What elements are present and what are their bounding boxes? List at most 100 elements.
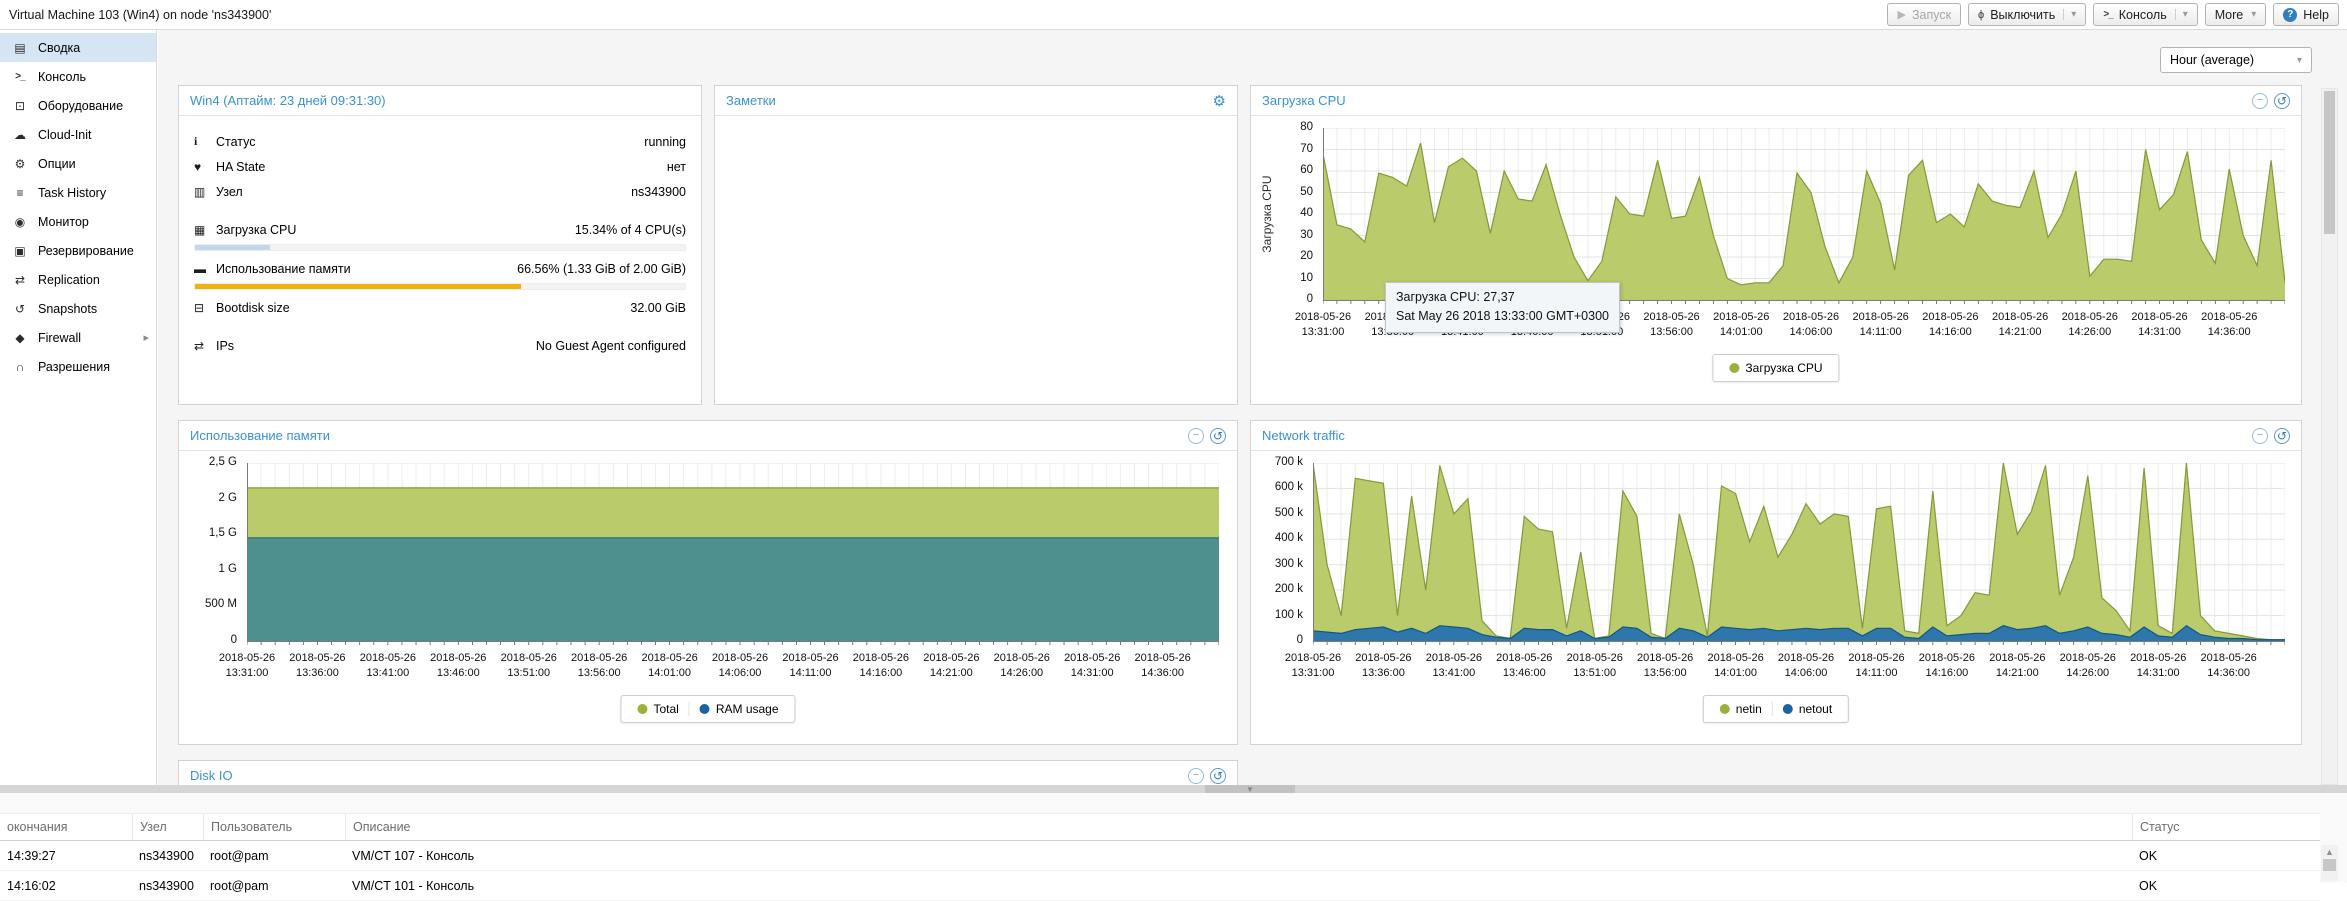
task-cell: ns343900 <box>132 841 203 870</box>
undo-zoom-icon[interactable]: ↺ <box>2274 428 2290 444</box>
chevron-down-icon: ▾ <box>2297 55 2302 66</box>
x-axis-tick-label: 2018-05-26 14:11:00 <box>782 651 838 682</box>
x-axis-tick-label: 2018-05-26 14:26:00 <box>994 651 1050 682</box>
time-range-select[interactable]: Hour (average) ▾ <box>2160 47 2312 73</box>
legend-dot-icon <box>700 704 710 714</box>
sidebar-item-консоль[interactable]: >_Консоль <box>0 62 156 91</box>
sidebar-item-replication[interactable]: ⇄Replication <box>0 265 156 294</box>
status-row-label: Использование памяти <box>216 262 351 276</box>
status-row-value: 32.00 GiB <box>630 301 686 315</box>
spacer <box>194 320 686 333</box>
gear-icon: ⚙ <box>12 157 28 171</box>
console-caret-icon[interactable]: ▾ <box>2175 9 2188 20</box>
sidebar-item-разрешения[interactable]: ∩Разрешения <box>0 352 156 381</box>
task-cell: VM/CT 101 - Консоль <box>345 871 2132 900</box>
x-axis-tick-label: 2018-05-26 14:31:00 <box>2131 310 2187 341</box>
sidebar-item-task-history[interactable]: ≡Task History <box>0 178 156 207</box>
undo-zoom-icon[interactable]: ↺ <box>1210 768 1226 784</box>
column-header-пользователь[interactable]: Пользователь <box>203 814 345 840</box>
sidebar-item-опции[interactable]: ⚙ Опции <box>0 149 156 178</box>
play-icon: ▶ <box>1897 8 1905 21</box>
task-scrollbar[interactable]: ▲ <box>2321 845 2338 881</box>
cloud-icon: ☁ <box>12 128 28 142</box>
start-button[interactable]: ▶ Запуск <box>1887 3 1961 26</box>
status-panel: Win4 (Аптайм: 23 дней 09:31:30) iСтатусr… <box>178 85 702 405</box>
x-axis-tick-label: 2018-05-26 14:31:00 <box>2130 651 2186 682</box>
undo-zoom-icon[interactable]: ↺ <box>2274 93 2290 109</box>
legend-item-ram-usage[interactable]: RAM usage <box>689 702 789 716</box>
column-header-статус[interactable]: Статус <box>2132 814 2293 840</box>
status-row-label: Bootdisk size <box>216 301 290 315</box>
sidebar-item-резервирование[interactable]: ▣Резервирование <box>0 236 156 265</box>
content-scrollbar[interactable] <box>2321 88 2338 785</box>
task-scrollbar-thumb[interactable] <box>2323 859 2336 871</box>
y-axis-tick-label: 10 <box>1255 272 1313 284</box>
display-icon: ⊡ <box>12 99 28 113</box>
sidebar-item-label: Cloud-Init <box>38 128 92 142</box>
sidebar-item-оборудование[interactable]: ⊡Оборудование <box>0 91 156 120</box>
status-row: ⊟Bootdisk size32.00 GiB <box>194 295 686 320</box>
shutdown-button[interactable]: ϕ Выключить ▾ <box>1968 3 2086 26</box>
collapse-circle-icon[interactable]: − <box>2252 93 2268 109</box>
shutdown-button-label: Выключить <box>1990 8 2055 22</box>
status-row: ▥Узелns343900 <box>194 179 686 204</box>
terminal-icon: >_ <box>12 71 28 82</box>
y-axis-tick-label: 0 <box>1255 634 1303 646</box>
network-chart-panel: Network traffic − ↺ 700 k600 k500 k400 k… <box>1250 420 2302 745</box>
x-axis-tick-label: 2018-05-26 14:11:00 <box>1853 310 1909 341</box>
cpu-chart-body: Загрузка CPU807060504030201002018-05-26 … <box>1251 116 2301 404</box>
legend-item-загрузка-cpu[interactable]: Загрузка CPU <box>1719 361 1832 375</box>
legend-item-netout[interactable]: netout <box>1772 702 1842 716</box>
collapse-circle-icon[interactable]: − <box>1188 768 1204 784</box>
splitter-handle[interactable]: ▼ <box>1205 785 1295 793</box>
status-row-label: Статус <box>216 135 256 149</box>
panel-splitter[interactable]: ▼ <box>0 785 2347 793</box>
memory-chart-panel: Использование памяти − ↺ 2,5 G2 G1,5 G1 … <box>178 420 1238 745</box>
y-axis-tick-label: 1 G <box>183 563 237 575</box>
y-axis-tick-label: 1,5 G <box>183 527 237 539</box>
sidebar-item-snapshots[interactable]: ↺Snapshots <box>0 294 156 323</box>
cpu-plot[interactable] <box>1323 128 2285 306</box>
x-axis-tick-label: 2018-05-26 13:31:00 <box>219 651 275 682</box>
network-plot[interactable] <box>1313 463 2285 647</box>
status-panel-body: iСтатусrunning♥HA Stateнет▥Узелns343900▦… <box>179 116 701 358</box>
memory-chart-title: Использование памяти <box>190 428 330 443</box>
undo-zoom-icon[interactable]: ↺ <box>1210 428 1226 444</box>
status-row: ▬Использование памяти66.56% (1.33 GiB of… <box>194 256 686 281</box>
legend-item-total[interactable]: Total <box>627 702 688 716</box>
help-button[interactable]: ? Help <box>2273 3 2339 26</box>
task-table-row[interactable]: 14:39:27ns343900root@pamVM/CT 107 - Конс… <box>0 841 2320 871</box>
status-row: ♥HA Stateнет <box>194 154 686 179</box>
sidebar-item-сводка[interactable]: ▤Сводка <box>0 33 156 62</box>
sidebar-item-cloud-init[interactable]: ☁ Cloud-Init <box>0 120 156 149</box>
x-axis-tick-label: 2018-05-26 14:21:00 <box>1989 651 2045 682</box>
memory-plot[interactable] <box>247 463 1219 647</box>
shutdown-caret-icon[interactable]: ▾ <box>2063 9 2076 20</box>
legend-item-netin[interactable]: netin <box>1710 702 1772 716</box>
sidebar-item-label: Опции <box>38 157 76 171</box>
x-axis-tick-label: 2018-05-26 13:41:00 <box>1426 651 1482 682</box>
content-scrollbar-thumb[interactable] <box>2324 91 2335 234</box>
task-table-row[interactable]: 14:16:02ns343900root@pamVM/CT 101 - Конс… <box>0 871 2320 901</box>
console-button-label: Консоль <box>2119 8 2167 22</box>
x-axis-tick-label: 2018-05-26 13:56:00 <box>1637 651 1693 682</box>
column-header-узел[interactable]: Узел <box>132 814 203 840</box>
scroll-up-icon[interactable]: ▲ <box>2325 847 2334 857</box>
notes-panel-body[interactable] <box>715 116 1237 404</box>
collapse-circle-icon[interactable]: − <box>1188 428 1204 444</box>
column-header-окончания[interactable]: окончания <box>0 814 132 840</box>
cpu-chart-title: Загрузка CPU <box>1262 93 1346 108</box>
cpu-chart-header: Загрузка CPU − ↺ <box>1251 86 2301 116</box>
spacer <box>194 204 686 217</box>
column-header-описание[interactable]: Описание <box>345 814 2132 840</box>
notes-edit-gear-icon[interactable]: ⚙ <box>1213 92 1226 110</box>
sidebar-item-label: Монитор <box>38 215 89 229</box>
sidebar-item-firewall[interactable]: ◆Firewall▸ <box>0 323 156 352</box>
status-row-value: ns343900 <box>631 185 686 199</box>
more-button[interactable]: More ▾ <box>2205 3 2267 26</box>
collapse-circle-icon[interactable]: − <box>2252 428 2268 444</box>
sidebar-item-монитор[interactable]: ◉Монитор <box>0 207 156 236</box>
task-cell: VM/CT 107 - Консоль <box>345 841 2132 870</box>
x-axis-tick-label: 2018-05-26 14:11:00 <box>1848 651 1904 682</box>
console-button[interactable]: >_ Консоль ▾ <box>2093 3 2197 26</box>
